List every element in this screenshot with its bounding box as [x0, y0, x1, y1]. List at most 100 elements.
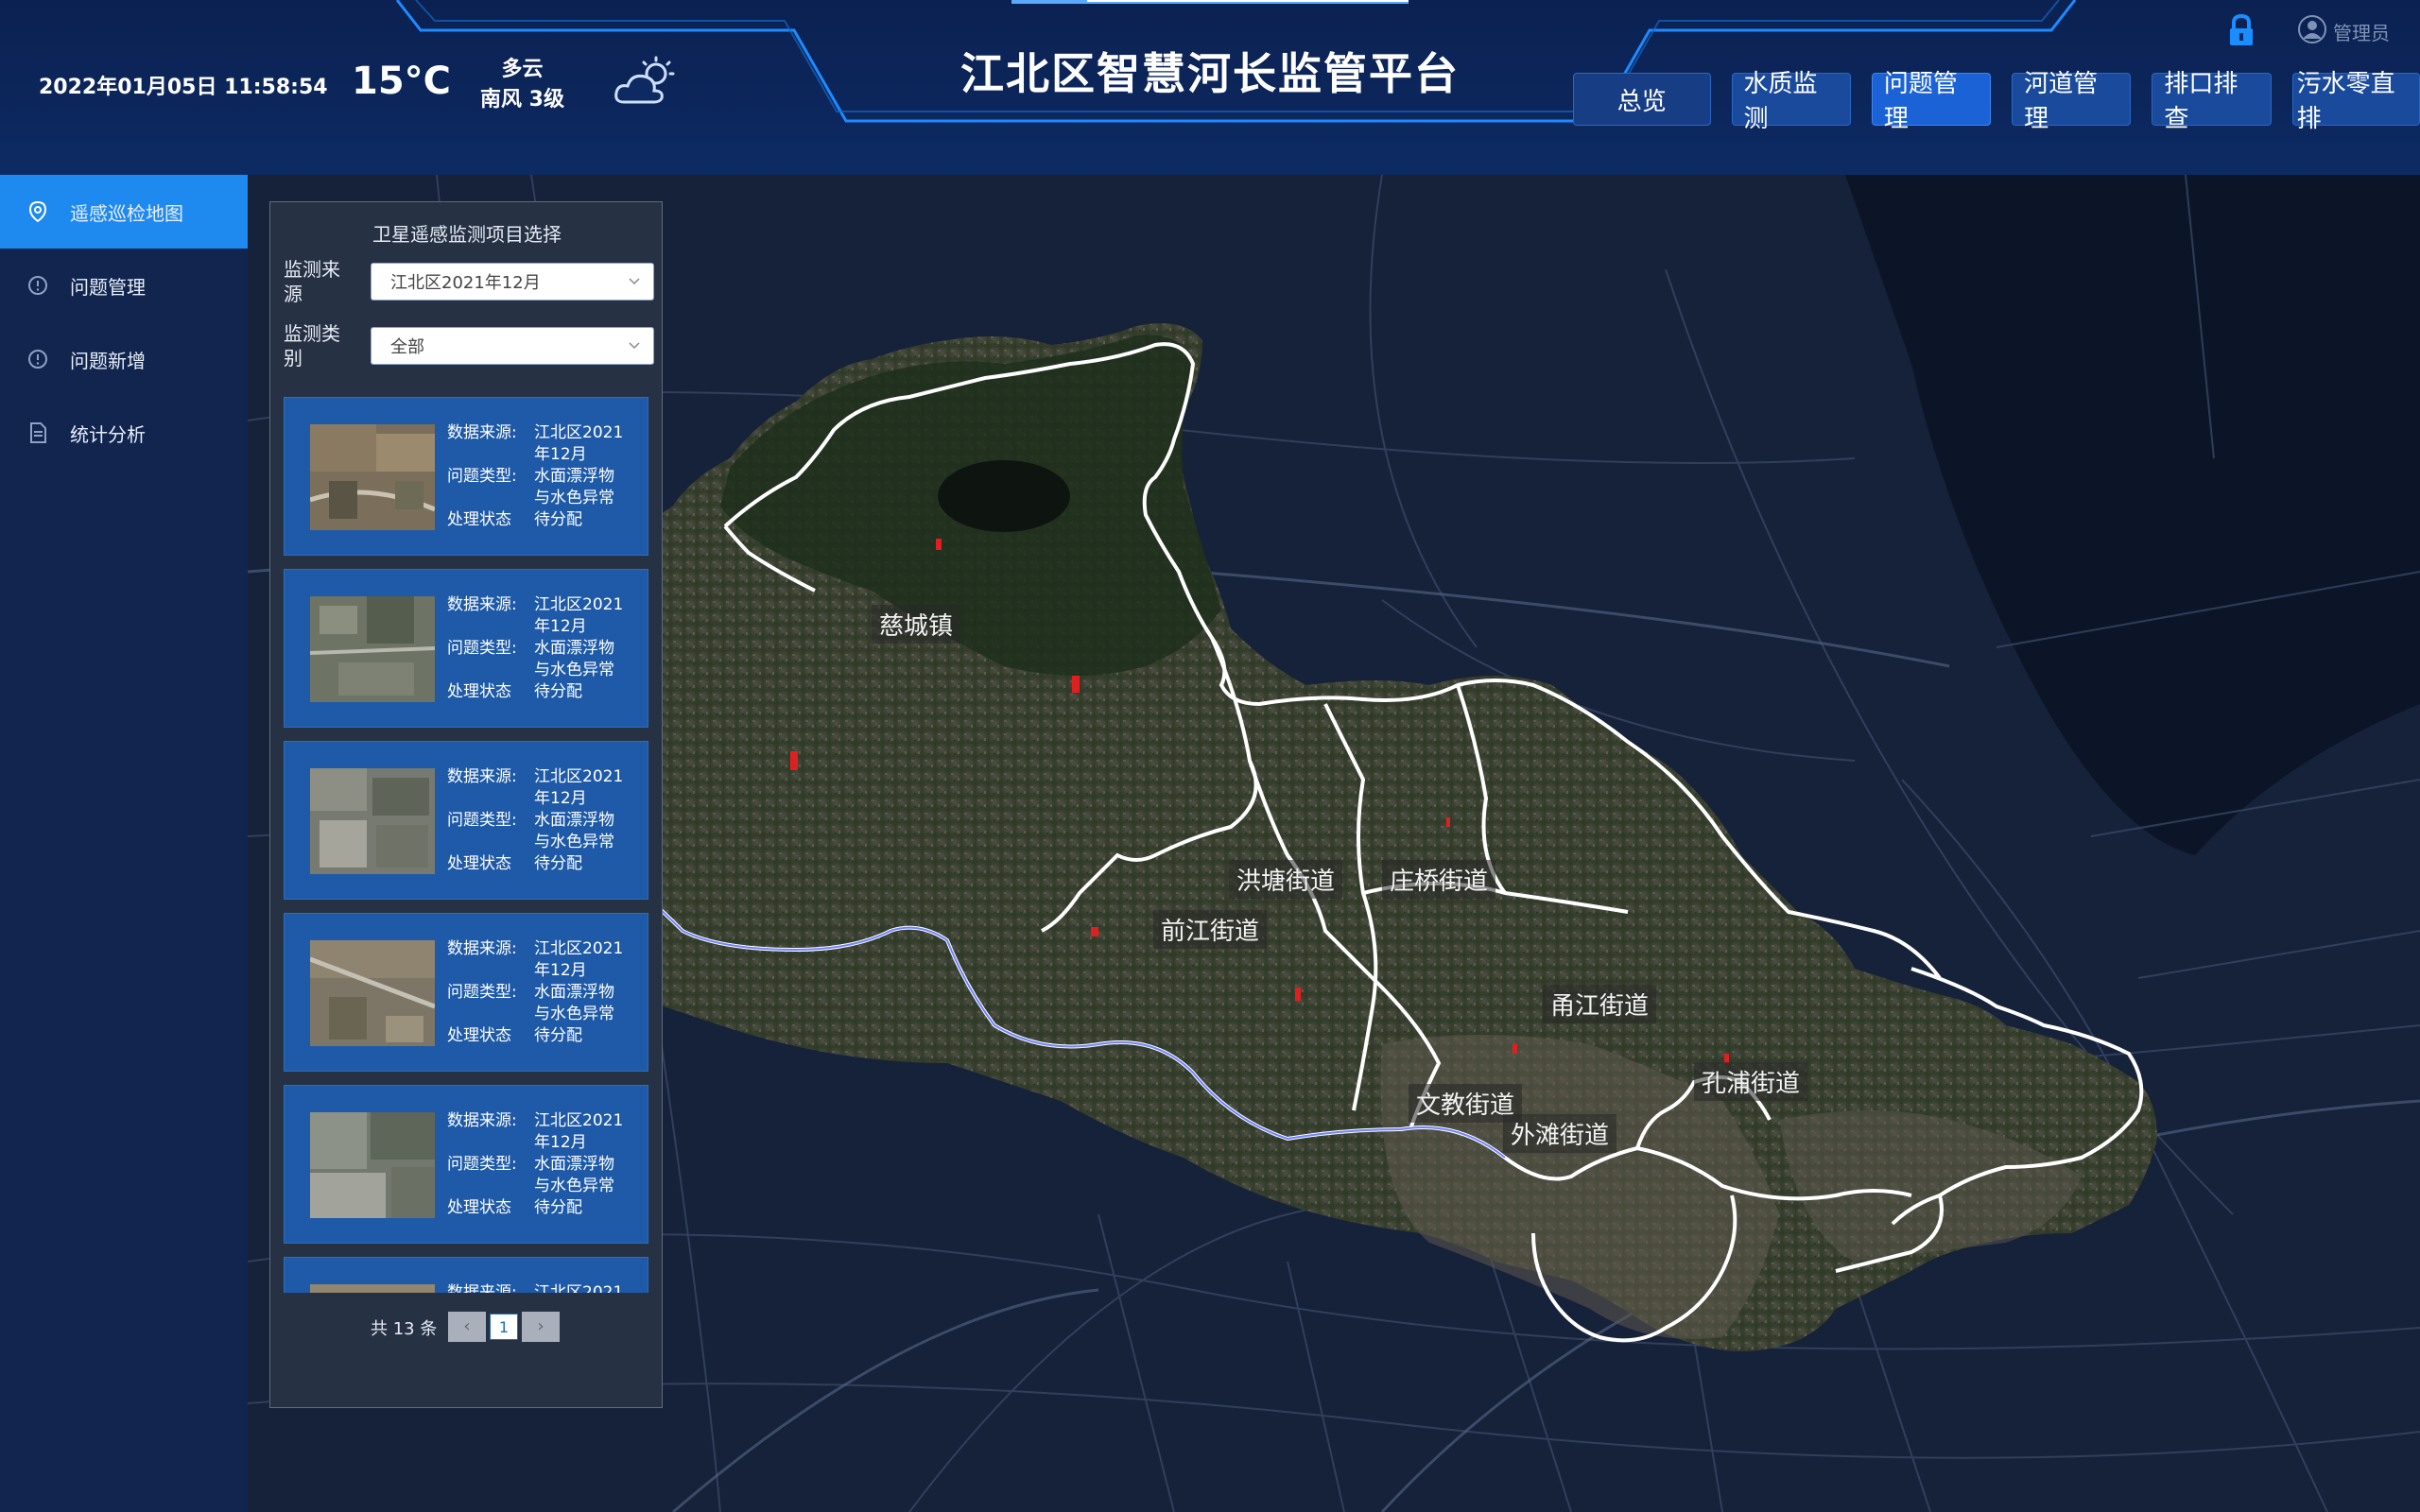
- alert-circle-icon: [28, 276, 47, 295]
- datetime-display: 2022年01月05日 11:58:54: [39, 76, 328, 99]
- card-type-value: 水面漂浮物与水色异常: [534, 639, 614, 679]
- card-type-key: 问题类型:: [447, 1155, 517, 1174]
- issue-thumbnail: [310, 596, 435, 702]
- card-source-value: 江北区2021年12月: [534, 595, 624, 636]
- lock-icon[interactable]: [2226, 13, 2256, 47]
- issue-thumbnail: [310, 768, 435, 874]
- card-status-value: 待分配: [534, 854, 582, 873]
- issue-card[interactable]: 数据来源: 江北区2021年12月 问题类型: 水面漂浮物与水色异常 处理状态 待分配: [284, 397, 648, 556]
- card-source-value: 江北区2021年12月: [534, 767, 624, 808]
- card-source-key: 数据来源:: [447, 595, 517, 614]
- source-label: 监测来源: [284, 258, 340, 305]
- issue-card[interactable]: 数据来源: 江北区2021年12月 问题类型: 水面漂浮物与水色异常 处理状态 待分配: [284, 569, 648, 728]
- card-status-key: 处理状态: [447, 510, 511, 529]
- issue-marker[interactable]: [1295, 988, 1301, 1001]
- card-source-value: 江北区2021年12月: [534, 939, 624, 980]
- issue-marker[interactable]: [1512, 1044, 1517, 1054]
- card-status-key: 处理状态: [447, 854, 511, 873]
- card-type-key: 问题类型:: [447, 467, 517, 486]
- card-source-key: 数据来源:: [447, 939, 517, 958]
- nav-zero-discharge[interactable]: 污水零直排: [2291, 70, 2420, 133]
- card-type-value: 水面漂浮物与水色异常: [534, 467, 614, 507]
- weather-description: 多云 南风 3级: [480, 55, 564, 115]
- card-status-key: 处理状态: [447, 1198, 511, 1217]
- panel-title: 卫星遥感监测项目选择: [372, 223, 562, 246]
- card-status-value: 待分配: [534, 682, 582, 701]
- source-select[interactable]: 江北区2021年12月: [371, 263, 654, 301]
- source-select-value: 江北区2021年12月: [390, 273, 541, 293]
- sidebar-item-statistics[interactable]: 统计分析: [0, 396, 248, 470]
- location-icon: [28, 200, 47, 223]
- map-label-qianjiang: 前江街道: [1153, 910, 1268, 949]
- card-source-value: 江北区2021: [534, 1283, 624, 1293]
- category-label: 监测类别: [284, 322, 340, 369]
- card-type-value: 水面漂浮物与水色异常: [534, 983, 614, 1023]
- card-source-key: 数据来源:: [447, 1283, 517, 1293]
- issue-card[interactable]: 数据来源: 江北区2021年12月 问题类型: 水面漂浮物与水色异常 处理状态 待分配: [284, 741, 648, 900]
- issue-marker[interactable]: [1072, 676, 1080, 693]
- nav-overview[interactable]: 总览: [1573, 73, 1711, 126]
- nav-river-management[interactable]: 河道管理: [2012, 70, 2132, 133]
- issue-thumbnail: [310, 940, 435, 1046]
- issue-card[interactable]: 数据来源: 江北区2021年12月 问题类型: 水面漂浮物与水色异常 处理状态 待分配: [284, 1085, 648, 1244]
- card-status-value: 待分配: [534, 1198, 582, 1217]
- map-label-kongpu: 孔浦街道: [1694, 1062, 1808, 1101]
- sidebar-item-issue-management[interactable]: 问题管理: [0, 249, 248, 322]
- card-type-value: 水面漂浮物与水色异常: [534, 1155, 614, 1195]
- wind-info: 南风 3级: [480, 88, 564, 112]
- category-select[interactable]: 全部: [371, 327, 654, 365]
- issue-marker[interactable]: [790, 751, 798, 770]
- category-select-value: 全部: [390, 337, 424, 357]
- user-name[interactable]: 管理员: [2333, 18, 2390, 45]
- document-icon: [30, 422, 46, 443]
- issue-card[interactable]: 数据来源: 江北区2021: [284, 1257, 648, 1293]
- reservoir: [938, 460, 1070, 532]
- page-title: 江北区智慧河长监管平台: [960, 48, 1460, 99]
- map-label-waitan: 外滩街道: [1503, 1114, 1617, 1153]
- sidebar-item-label: 问题新增: [70, 349, 146, 372]
- project-select-panel: 卫星遥感监测项目选择 监测来源 江北区2021年12月 监测类别 全部 数据来源…: [269, 201, 663, 1408]
- card-source-value: 江北区2021年12月: [534, 423, 624, 464]
- map-label-zhuangqiao: 庄桥街道: [1382, 860, 1496, 899]
- card-source-key: 数据来源:: [447, 423, 517, 442]
- sidebar-item-label: 统计分析: [70, 422, 146, 446]
- issue-thumbnail: [310, 1284, 435, 1293]
- map-label-hongtang: 洪塘街道: [1229, 860, 1343, 899]
- card-status-value: 待分配: [534, 1026, 582, 1045]
- map-label-cicheng: 慈城镇: [872, 605, 961, 644]
- card-status-value: 待分配: [534, 510, 582, 529]
- card-source-key: 数据来源:: [447, 767, 517, 786]
- issue-marker[interactable]: [1446, 817, 1450, 827]
- pagination: 共 13 条 ‹ 1 ›: [270, 1308, 664, 1346]
- card-status-key: 处理状态: [447, 1026, 511, 1045]
- cloud-sun-icon: [614, 56, 675, 104]
- card-type-key: 问题类型:: [447, 639, 517, 658]
- issue-marker[interactable]: [1091, 927, 1098, 936]
- nav-water-quality[interactable]: 水质监测: [1731, 70, 1851, 133]
- nav-issue-management[interactable]: 问题管理: [1871, 70, 1992, 133]
- issue-marker[interactable]: [936, 539, 942, 550]
- card-source-value: 江北区2021年12月: [534, 1111, 624, 1152]
- user-avatar-icon[interactable]: [2297, 14, 2327, 44]
- sidebar-item-label: 问题管理: [70, 275, 146, 299]
- map-label-yongjiang: 甬江街道: [1543, 985, 1657, 1023]
- issue-card-list[interactable]: 数据来源: 江北区2021年12月 问题类型: 水面漂浮物与水色异常 处理状态 待分配…: [284, 397, 648, 1293]
- card-type-key: 问题类型:: [447, 983, 517, 1002]
- pagination-total: 共 13 条: [371, 1319, 438, 1339]
- card-source-key: 数据来源:: [447, 1111, 517, 1130]
- page-number-button[interactable]: 1: [490, 1314, 518, 1340]
- temperature-display: 15°C: [352, 60, 452, 103]
- weather-condition: 多云: [501, 58, 544, 81]
- sidebar-item-remote-map[interactable]: 遥感巡检地图: [0, 175, 248, 249]
- alert-circle-icon: [28, 350, 47, 369]
- nav-outfall-survey[interactable]: 排口排查: [2152, 70, 2272, 133]
- card-type-value: 水面漂浮物与水色异常: [534, 811, 614, 851]
- next-page-button[interactable]: ›: [522, 1312, 560, 1342]
- sidebar-item-label: 遥感巡检地图: [70, 201, 183, 225]
- prev-page-button[interactable]: ‹: [448, 1312, 486, 1342]
- header-bar: 2022年01月05日 11:58:54 15°C 多云 南风 3级 江北区智慧…: [0, 0, 2420, 175]
- issue-card[interactable]: 数据来源: 江北区2021年12月 问题类型: 水面漂浮物与水色异常 处理状态 待分配: [284, 913, 648, 1072]
- sidebar-item-issue-add[interactable]: 问题新增: [0, 322, 248, 396]
- main-nav: 总览 水质监测 问题管理 河道管理 排口排查 污水零直排: [1573, 70, 2420, 133]
- chevron-down-icon: [629, 342, 640, 350]
